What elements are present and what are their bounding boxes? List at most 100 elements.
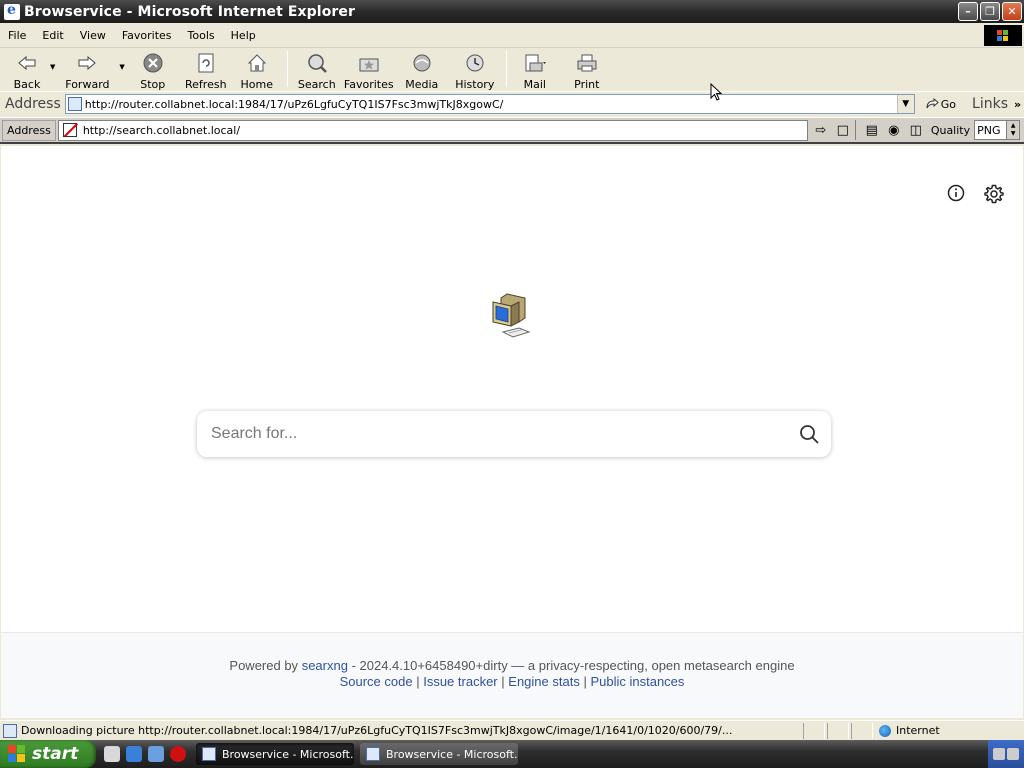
home-button[interactable]: Home [231,49,283,91]
insecure-page-icon [62,123,77,137]
source-code-link[interactable]: Source code [340,674,413,689]
printer-icon [576,52,598,74]
ie-icon [4,2,20,20]
menu-favorites[interactable]: Favorites [114,29,180,42]
favorites-button[interactable]: Favorites [342,49,396,91]
media-icon [411,52,433,74]
outlook-express-icon[interactable] [148,746,164,762]
search-label: Search [297,78,336,91]
computer-logo-icon [492,293,531,338]
favorites-star-icon [358,52,380,74]
ie-icon [366,747,380,761]
toolbar-separator [286,51,288,87]
search-input[interactable] [211,425,771,443]
refresh-icon [195,52,217,74]
gear-icon[interactable] [984,184,1004,204]
info-icon[interactable] [947,184,965,202]
windows-flag-logo [984,25,1022,46]
page-footer: Powered by searxng - 2024.4.10+6458490+d… [1,632,1023,718]
version-text: - 2024.4.10+6458490+dirty — a privacy-re… [351,658,795,673]
status-text: Downloading picture http://router.collab… [21,724,733,737]
bookmarks-list-icon[interactable]: ▤ [863,121,881,139]
menu-view[interactable]: View [72,29,114,42]
status-bar: Downloading picture http://router.collab… [0,720,1024,740]
links-label[interactable]: Links [972,96,1008,112]
window-title: Browservice - Microsoft Internet Explore… [24,3,356,20]
refresh-label: Refresh [185,78,227,91]
ie-address-bar: Address http://router.collabnet.local:19… [0,91,1024,116]
system-tray [988,740,1024,768]
forward-button[interactable]: Forward [55,49,119,91]
start-label: start [32,744,79,764]
status-pane [803,722,825,739]
browservice-address-label: Address [2,119,56,141]
close-button[interactable]: ✕ [1002,2,1022,21]
media-label: Media [405,78,439,91]
go-button[interactable]: Go [925,98,956,111]
ie-icon [202,747,216,761]
ie-quicklaunch-icon[interactable] [126,746,142,762]
quality-spinner-icon[interactable]: ▲ ▼ [1006,121,1020,139]
quality-value: PNG [977,123,1001,137]
back-button[interactable]: Back [4,49,50,91]
go-arrow-icon[interactable]: ⇨ [812,121,830,139]
restore-button[interactable]: ❐ [980,2,1000,21]
status-pane [851,722,873,739]
stop-button[interactable]: Stop [125,49,181,91]
menu-tools[interactable]: Tools [180,29,223,42]
searxng-link[interactable]: searxng [302,658,348,673]
taskbar: start Browservice - Microsoft... Browser… [0,740,1024,768]
zone-label: Internet [896,724,940,737]
menu-edit[interactable]: Edit [34,29,71,42]
media-button[interactable]: Media [396,49,448,91]
internet-globe-icon [879,724,891,737]
issue-tracker-link[interactable]: Issue tracker [423,674,497,689]
quality-label: Quality [930,123,971,137]
stop-label: Stop [140,78,166,91]
start-button[interactable]: start [0,740,96,768]
search-icon[interactable] [799,424,819,444]
address-url[interactable]: http://router.collabnet.local:1984/17/uP… [85,98,504,111]
quality-selector[interactable]: PNG ▲ ▼ [974,120,1021,140]
link-separator: | [583,674,587,689]
bookmark-icon[interactable]: □ [834,121,852,139]
link-separator: | [416,674,420,689]
footer-powered-line: Powered by searxng - 2024.4.10+6458490+d… [1,658,1023,673]
public-instances-link[interactable]: Public instances [590,674,684,689]
address-dropdown-icon[interactable]: ▼ [896,95,914,113]
engine-stats-link[interactable]: Engine stats [508,674,580,689]
menu-bar: File Edit View Favorites Tools Help [0,23,1024,48]
menu-file[interactable]: File [0,29,34,42]
clipboard-icon[interactable]: ◫ [907,121,925,139]
opera-icon[interactable] [170,746,186,762]
print-button[interactable]: Print [559,49,615,91]
menu-help[interactable]: Help [223,29,264,42]
magnifier-globe-icon [306,52,328,74]
task-label: Browservice - Microsoft... [386,747,518,761]
favorites-label: Favorites [343,78,394,91]
show-desktop-icon[interactable] [104,746,120,762]
chevron-right-icon[interactable]: » [1014,98,1021,111]
address-field[interactable]: http://router.collabnet.local:1984/17/uP… [64,94,915,114]
search-box[interactable] [197,411,831,457]
address-label: Address [5,96,61,112]
taskbar-item-browservice-1[interactable]: Browservice - Microsoft... [196,743,354,765]
network-icon[interactable] [993,748,1005,760]
history-label: History [455,78,495,91]
find-binoculars-icon[interactable]: ◉ [885,121,903,139]
browservice-url[interactable]: http://search.collabnet.local/ [83,124,240,137]
history-button[interactable]: History [448,49,502,91]
mail-button[interactable]: Mail [511,49,559,91]
volume-icon[interactable] [1007,748,1019,760]
minimize-button[interactable]: – [958,2,978,21]
title-bar[interactable]: Browservice - Microsoft Internet Explore… [0,0,1024,23]
mail-label: Mail [523,78,546,91]
refresh-button[interactable]: Refresh [181,49,231,91]
browservice-address-field[interactable]: http://search.collabnet.local/ [57,119,808,141]
task-label: Browservice - Microsoft... [222,747,354,761]
powered-by-text: Powered by [229,658,299,673]
taskbar-item-browservice-2[interactable]: Browservice - Microsoft... [360,743,518,765]
search-button[interactable]: Search [292,49,342,91]
standard-toolbar: Back ▼ Forward ▼ Stop Refresh Home Searc… [0,49,1024,91]
security-zone[interactable]: Internet [879,724,940,737]
